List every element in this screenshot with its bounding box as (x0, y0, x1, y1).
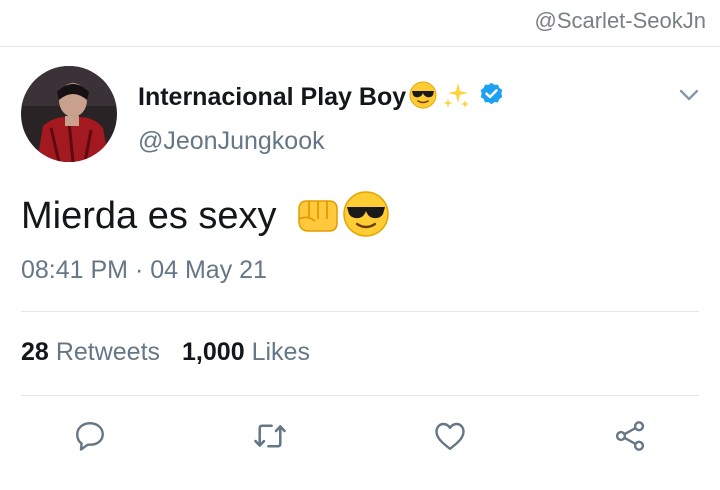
verified-badge-icon (478, 81, 505, 113)
avatar-image (21, 66, 117, 162)
share-icon[interactable] (610, 416, 650, 456)
likes-count: 1,000 (182, 338, 245, 366)
display-name-row: Internacional Play Boy (138, 80, 505, 114)
retweets-count: 28 (21, 338, 49, 366)
timestamp[interactable]: 08:41 PM · 04 May 21 (21, 256, 267, 285)
likes-label: Likes (251, 338, 310, 366)
tweet-text-row: Mierda es sexy (21, 188, 391, 244)
reply-icon[interactable] (70, 416, 110, 456)
sunglasses-face-icon (408, 80, 438, 115)
like-icon[interactable] (430, 416, 470, 456)
sparkles-icon (440, 80, 470, 115)
sunglasses-face-icon (341, 189, 391, 244)
watermark-username: @Scarlet-SeokJn (534, 8, 706, 33)
chevron-down-icon[interactable] (676, 82, 702, 108)
avatar[interactable] (21, 66, 117, 162)
retweets-stat[interactable]: 28 Retweets (21, 338, 160, 367)
stats-divider-bottom (21, 395, 699, 396)
tweet-text: Mierda es sexy (21, 194, 277, 237)
oncoming-fist-icon (291, 189, 341, 244)
stats-divider-top (21, 311, 699, 312)
top-divider (0, 46, 720, 47)
handle[interactable]: @JeonJungkook (138, 127, 325, 156)
display-name[interactable]: Internacional Play Boy (138, 83, 406, 112)
retweet-icon[interactable] (250, 416, 290, 456)
engagement-stats: 28 Retweets 1,000 Likes (21, 338, 310, 367)
likes-stat[interactable]: 1,000 Likes (182, 338, 310, 367)
tweet-emojis (291, 189, 391, 244)
retweets-label: Retweets (55, 338, 161, 366)
